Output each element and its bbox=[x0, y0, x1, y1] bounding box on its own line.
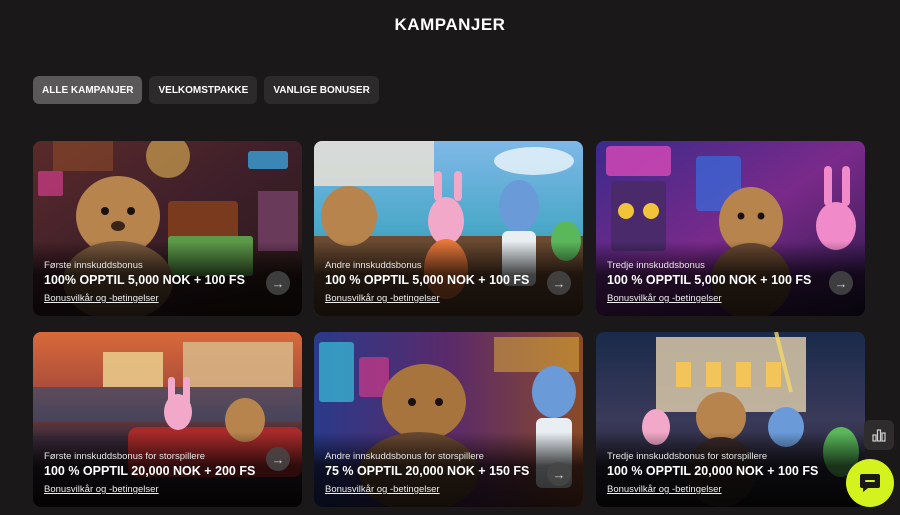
arrow-right-icon[interactable]: → bbox=[266, 271, 290, 295]
promo-subtitle: Første innskuddsbonus bbox=[44, 260, 143, 271]
promo-offer: 75 % OPPTIL 20,000 NOK + 150 FS bbox=[325, 464, 530, 478]
terms-link[interactable]: Bonusvilkår og -betingelser bbox=[607, 484, 722, 495]
chat-icon bbox=[860, 474, 880, 492]
promo-card[interactable]: Tredje innskuddsbonus for storspillere 1… bbox=[596, 332, 865, 507]
promo-card[interactable]: Andre innskuddsbonus for storspillere 75… bbox=[314, 332, 583, 507]
terms-link[interactable]: Bonusvilkår og -betingelser bbox=[325, 484, 440, 495]
terms-link[interactable]: Bonusvilkår og -betingelser bbox=[44, 484, 159, 495]
terms-link[interactable]: Bonusvilkår og -betingelser bbox=[607, 293, 722, 304]
terms-link[interactable]: Bonusvilkår og -betingelser bbox=[325, 293, 440, 304]
chat-button[interactable] bbox=[846, 459, 894, 507]
promo-card[interactable]: Tredje innskuddsbonus 100 % OPPTIL 5,000… bbox=[596, 141, 865, 316]
promo-subtitle: Første innskuddsbonus for storspillere bbox=[44, 451, 206, 462]
promo-card[interactable]: Andre innskuddsbonus 100 % OPPTIL 5,000 … bbox=[314, 141, 583, 316]
promo-subtitle: Andre innskuddsbonus for storspillere bbox=[325, 451, 484, 462]
promo-offer: 100 % OPPTIL 5,000 NOK + 100 FS bbox=[325, 273, 530, 287]
arrow-right-icon[interactable]: → bbox=[547, 462, 571, 486]
promo-offer: 100 % OPPTIL 20,000 NOK + 100 FS bbox=[607, 464, 819, 478]
promo-subtitle: Andre innskuddsbonus bbox=[325, 260, 422, 271]
filter-regular-bonuses[interactable]: VANLIGE BONUSER bbox=[264, 76, 379, 104]
promo-subtitle: Tredje innskuddsbonus for storspillere bbox=[607, 451, 768, 462]
filter-tabs: ALLE KAMPANJER VELKOMSTPAKKE VANLIGE BON… bbox=[33, 76, 379, 104]
bar-chart-icon[interactable] bbox=[864, 420, 894, 450]
promo-subtitle: Tredje innskuddsbonus bbox=[607, 260, 705, 271]
page-title: KAMPANJER bbox=[394, 15, 506, 34]
arrow-right-icon[interactable]: → bbox=[547, 271, 571, 295]
promo-offer: 100% OPPTIL 5,000 NOK + 100 FS bbox=[44, 273, 245, 287]
arrow-right-icon[interactable]: → bbox=[266, 447, 290, 471]
promo-card[interactable]: Første innskuddsbonus for storspillere 1… bbox=[33, 332, 302, 507]
promo-card[interactable]: Første innskuddsbonus 100% OPPTIL 5,000 … bbox=[33, 141, 302, 316]
promo-offer: 100 % OPPTIL 20,000 NOK + 200 FS bbox=[44, 464, 256, 478]
filter-welcome-package[interactable]: VELKOMSTPAKKE bbox=[149, 76, 258, 104]
arrow-right-icon[interactable]: → bbox=[829, 271, 853, 295]
promo-offer: 100 % OPPTIL 5,000 NOK + 100 FS bbox=[607, 273, 812, 287]
terms-link[interactable]: Bonusvilkår og -betingelser bbox=[44, 293, 159, 304]
filter-all[interactable]: ALLE KAMPANJER bbox=[33, 76, 143, 104]
